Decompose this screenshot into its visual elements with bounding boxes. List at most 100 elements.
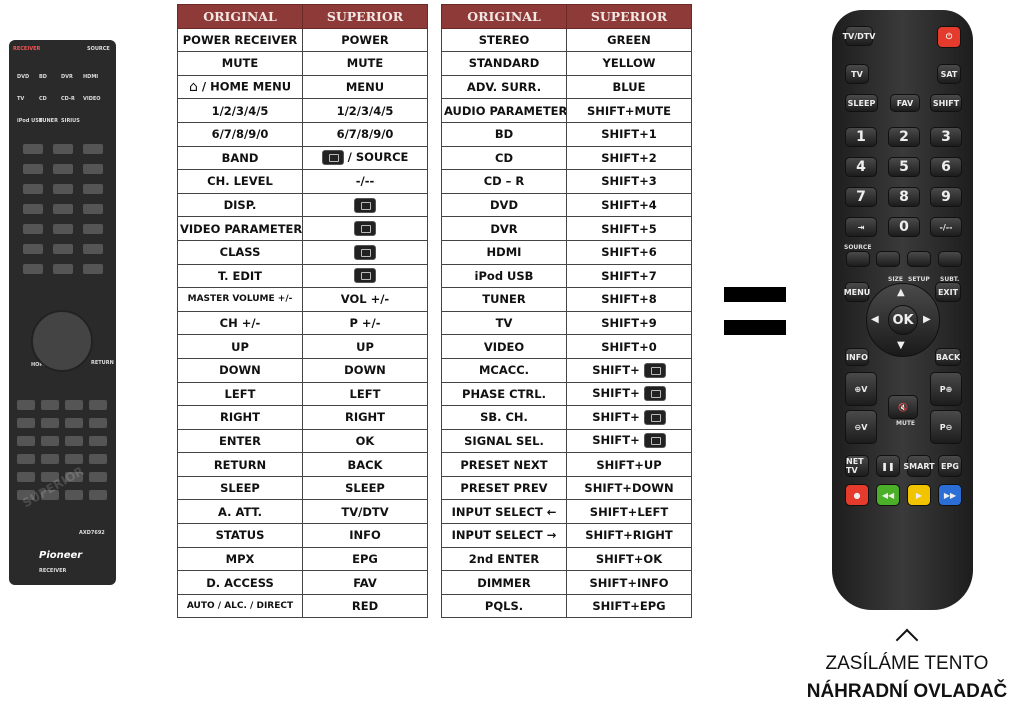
remote-button[interactable] [23, 184, 43, 194]
remote-button[interactable] [41, 400, 59, 410]
remote-button[interactable] [876, 251, 900, 267]
remote-button[interactable]: 6 [930, 157, 962, 177]
remote-button[interactable]: MENU [844, 282, 870, 302]
remote-button[interactable]: 0 [888, 217, 920, 237]
remote-button[interactable] [83, 164, 103, 174]
dpad-up-button[interactable]: ▲ [897, 287, 905, 298]
remote-button[interactable] [65, 436, 83, 446]
remote-button[interactable] [23, 204, 43, 214]
remote-button[interactable]: P⊕ [930, 372, 962, 406]
remote-button[interactable]: ⊖V [845, 410, 877, 444]
remote-button[interactable] [41, 436, 59, 446]
remote-button[interactable] [23, 244, 43, 254]
dpad-down-button[interactable]: ▼ [897, 340, 905, 351]
remote-button[interactable]: ▶▶ [938, 484, 962, 506]
remote-button[interactable] [23, 144, 43, 154]
table-row: SLEEP SLEEP [177, 475, 428, 501]
remote-button[interactable]: SAT [937, 64, 961, 84]
remote-button[interactable]: TV/DTV [843, 26, 875, 46]
remote-button[interactable] [83, 204, 103, 214]
remote-button[interactable]: 8 [888, 187, 920, 207]
original-cell: PHASE CTRL. [441, 381, 567, 407]
remote-button[interactable] [83, 224, 103, 234]
remote-button[interactable]: SMART [903, 455, 935, 477]
button-label: SETUP [908, 276, 930, 283]
remote-button[interactable] [65, 454, 83, 464]
superior-cell [302, 263, 428, 289]
remote-button[interactable]: 9 [930, 187, 962, 207]
remote-button[interactable] [938, 251, 962, 267]
column-header: SUPERIOR [566, 4, 692, 29]
remote-button[interactable]: 7 [845, 187, 877, 207]
remote-button[interactable]: ⏻ [937, 26, 961, 48]
remote-button[interactable] [65, 418, 83, 428]
remote-button[interactable]: ❚❚ [876, 455, 900, 477]
remote-button[interactable] [53, 184, 73, 194]
superior-cell: SHIFT+7 [566, 263, 692, 289]
remote-button[interactable]: 5 [888, 157, 920, 177]
remote-button[interactable]: ⊕V [845, 372, 877, 406]
remote-button[interactable]: OK [888, 305, 918, 335]
remote-button[interactable]: SLEEP [845, 94, 878, 112]
remote-button[interactable]: NET TV [845, 455, 869, 477]
original-cell: VIDEO PARAMETER [177, 216, 303, 241]
remote-button[interactable] [53, 244, 73, 254]
remote-button[interactable]: ● [845, 484, 869, 506]
remote-button[interactable] [89, 418, 107, 428]
dpad-right-button[interactable]: ▶ [923, 314, 931, 325]
original-label: ENTER [218, 433, 262, 448]
dpad-left-button[interactable]: ◀ [871, 314, 879, 325]
superior-cell: SHIFT+LEFT [566, 499, 692, 525]
remote-button[interactable] [17, 472, 35, 482]
remote-button[interactable]: ◀◀ [876, 484, 900, 506]
remote-button[interactable] [83, 244, 103, 254]
remote-button[interactable] [17, 436, 35, 446]
remote-button[interactable]: 2 [888, 127, 920, 147]
remote-button[interactable] [89, 454, 107, 464]
remote-button[interactable] [89, 400, 107, 410]
remote-button[interactable]: 🔇 [888, 395, 918, 419]
remote-label: CD-R [61, 96, 75, 102]
remote-button[interactable] [83, 184, 103, 194]
remote-button[interactable] [17, 418, 35, 428]
remote-button[interactable] [53, 224, 73, 234]
remote-button[interactable]: SHIFT [930, 94, 962, 112]
remote-button[interactable]: FAV [890, 94, 920, 112]
remote-button[interactable] [65, 400, 83, 410]
remote-button[interactable] [41, 454, 59, 464]
remote-button[interactable]: ⇥ [845, 217, 877, 237]
remote-button[interactable] [53, 144, 73, 154]
remote-button[interactable]: -/-- [930, 217, 962, 237]
remote-button[interactable] [65, 490, 83, 500]
remote-button[interactable] [83, 144, 103, 154]
remote-button[interactable] [41, 418, 59, 428]
remote-button[interactable] [23, 224, 43, 234]
remote-label: RECEIVER [13, 46, 41, 52]
remote-button[interactable] [23, 264, 43, 274]
superior-label: MENU [345, 80, 385, 95]
remote-button[interactable]: EPG [938, 455, 962, 477]
remote-button[interactable] [53, 264, 73, 274]
remote-button[interactable]: TV [845, 64, 869, 84]
remote-button[interactable] [907, 251, 931, 267]
remote-button[interactable] [17, 454, 35, 464]
remote-button[interactable] [846, 251, 870, 267]
remote-button[interactable] [23, 164, 43, 174]
remote-button[interactable]: BACK [935, 348, 961, 366]
remote-button[interactable]: ▶ [907, 484, 931, 506]
remote-button[interactable] [53, 204, 73, 214]
remote-button[interactable]: 3 [930, 127, 962, 147]
remote-button[interactable] [53, 164, 73, 174]
remote-button[interactable] [89, 436, 107, 446]
remote-button[interactable] [89, 472, 107, 482]
remote-button[interactable]: INFO [845, 348, 869, 366]
superior-label: RED [351, 599, 379, 614]
remote-button[interactable]: 4 [845, 157, 877, 177]
original-label: INPUT SELECT → [451, 528, 557, 543]
remote-button[interactable] [17, 400, 35, 410]
remote-button[interactable]: 1 [845, 127, 877, 147]
remote-button[interactable]: P⊖ [930, 410, 962, 444]
remote-button[interactable] [83, 264, 103, 274]
remote-button[interactable] [89, 490, 107, 500]
remote-button[interactable]: EXIT [935, 282, 961, 302]
